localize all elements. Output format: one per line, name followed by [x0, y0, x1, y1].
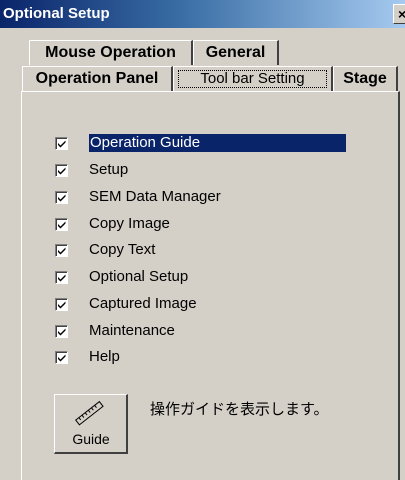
item-label: Operation Guide	[89, 134, 346, 152]
checkmark-icon	[58, 247, 66, 255]
tab-general-label: General	[205, 44, 266, 61]
optional-setup-window: Optional Setup × Mouse Operation General…	[0, 0, 405, 480]
focus-rectangle	[178, 70, 327, 88]
window-title: Optional Setup	[3, 5, 110, 22]
tab-general[interactable]: General	[193, 40, 279, 65]
checkmark-icon	[58, 167, 66, 175]
item-label: Copy Image	[89, 215, 170, 232]
item-label: SEM Data Manager	[89, 188, 221, 205]
tab-operation-panel[interactable]: Operation Panel	[22, 66, 173, 91]
tab-stage[interactable]: Stage	[333, 66, 398, 91]
checkbox-maintenance[interactable]	[55, 325, 68, 338]
tab-operation-panel-label: Operation Panel	[35, 70, 159, 87]
checkmark-icon	[58, 274, 66, 282]
item-label: Setup	[89, 161, 129, 178]
list-item-copy-text[interactable]: Copy Text	[55, 240, 355, 260]
checkmark-icon	[58, 194, 66, 202]
checkbox-operation-guide[interactable]	[55, 137, 68, 150]
checkmark-icon	[58, 140, 66, 148]
checkmark-icon	[58, 328, 66, 336]
checkbox-captured-image[interactable]	[55, 298, 68, 311]
checkbox-copy-text[interactable]	[55, 244, 68, 257]
guide-description: 操作ガイドを表示します。	[150, 401, 329, 418]
item-label: Maintenance	[89, 322, 175, 339]
list-item-optional-setup[interactable]: Optional Setup	[55, 267, 355, 287]
ruler-icon	[75, 400, 104, 426]
list-item-help[interactable]: Help	[55, 347, 355, 367]
list-item-setup[interactable]: Setup	[55, 160, 355, 180]
checkbox-help[interactable]	[55, 351, 68, 364]
item-label: Optional Setup	[89, 268, 189, 285]
guide-button-label: Guide	[72, 431, 110, 447]
tab-tool-bar-setting[interactable]: Tool bar Setting	[173, 66, 333, 91]
item-label: Captured Image	[89, 295, 197, 312]
checkmark-icon	[58, 354, 66, 362]
close-icon: ×	[398, 6, 405, 22]
checkbox-copy-image[interactable]	[55, 218, 68, 231]
checkmark-icon	[58, 301, 66, 309]
checkbox-sem-data-manager[interactable]	[55, 191, 68, 204]
list-item-maintenance[interactable]: Maintenance	[55, 321, 355, 341]
item-label: Copy Text	[89, 241, 156, 258]
guide-button[interactable]: Guide	[54, 394, 128, 454]
tab-mouse-operation[interactable]: Mouse Operation	[29, 40, 193, 65]
list-item-sem-data-manager[interactable]: SEM Data Manager	[55, 187, 355, 207]
title-bar[interactable]: Optional Setup ×	[0, 0, 405, 28]
checkmark-icon	[58, 221, 66, 229]
tab-mouse-operation-label: Mouse Operation	[45, 44, 176, 61]
item-label: Help	[89, 348, 120, 365]
list-item-operation-guide[interactable]: Operation Guide	[55, 133, 355, 153]
list-item-captured-image[interactable]: Captured Image	[55, 294, 355, 314]
tab-stage-label: Stage	[343, 70, 387, 87]
checkbox-setup[interactable]	[55, 164, 68, 177]
checkbox-optional-setup[interactable]	[55, 271, 68, 284]
list-item-copy-image[interactable]: Copy Image	[55, 214, 355, 234]
close-button[interactable]: ×	[393, 4, 405, 24]
